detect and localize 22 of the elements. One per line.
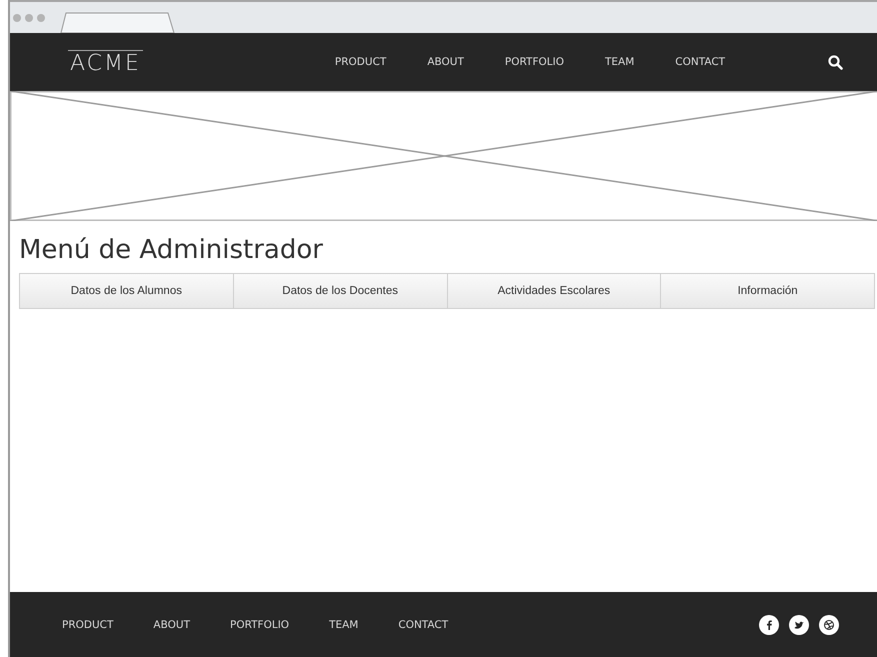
footer-link[interactable]: PRODUCT — [62, 618, 114, 630]
menu-button[interactable]: Información — [660, 274, 874, 308]
window-controls-icon — [12, 13, 46, 23]
bird-icon[interactable] — [789, 614, 809, 634]
footer-link[interactable]: CONTACT — [398, 618, 448, 630]
nav-link[interactable]: TEAM — [604, 56, 634, 68]
nav-link[interactable]: CONTACT — [675, 56, 726, 68]
nav-link[interactable]: PORTFOLIO — [504, 56, 564, 68]
page-title: Menú de Administrador — [19, 235, 324, 265]
menu-button[interactable]: Datos de los Alumnos — [20, 274, 233, 308]
nav-link[interactable]: ABOUT — [427, 56, 464, 68]
nav-link[interactable]: PRODUCT — [334, 56, 386, 68]
ball-icon[interactable] — [819, 614, 839, 634]
facebook-icon[interactable] — [759, 614, 779, 634]
search-icon[interactable] — [828, 54, 843, 70]
footer-link[interactable]: ABOUT — [153, 618, 190, 630]
menu-button[interactable]: Datos de los Docentes — [232, 274, 446, 308]
browser-tab[interactable] — [60, 11, 176, 33]
footer-link[interactable]: PORTFOLIO — [230, 618, 290, 630]
menu-button[interactable]: Actividades Escolares — [446, 274, 660, 308]
footer-link[interactable]: TEAM — [329, 618, 358, 630]
logo[interactable]: ACME — [68, 50, 143, 74]
